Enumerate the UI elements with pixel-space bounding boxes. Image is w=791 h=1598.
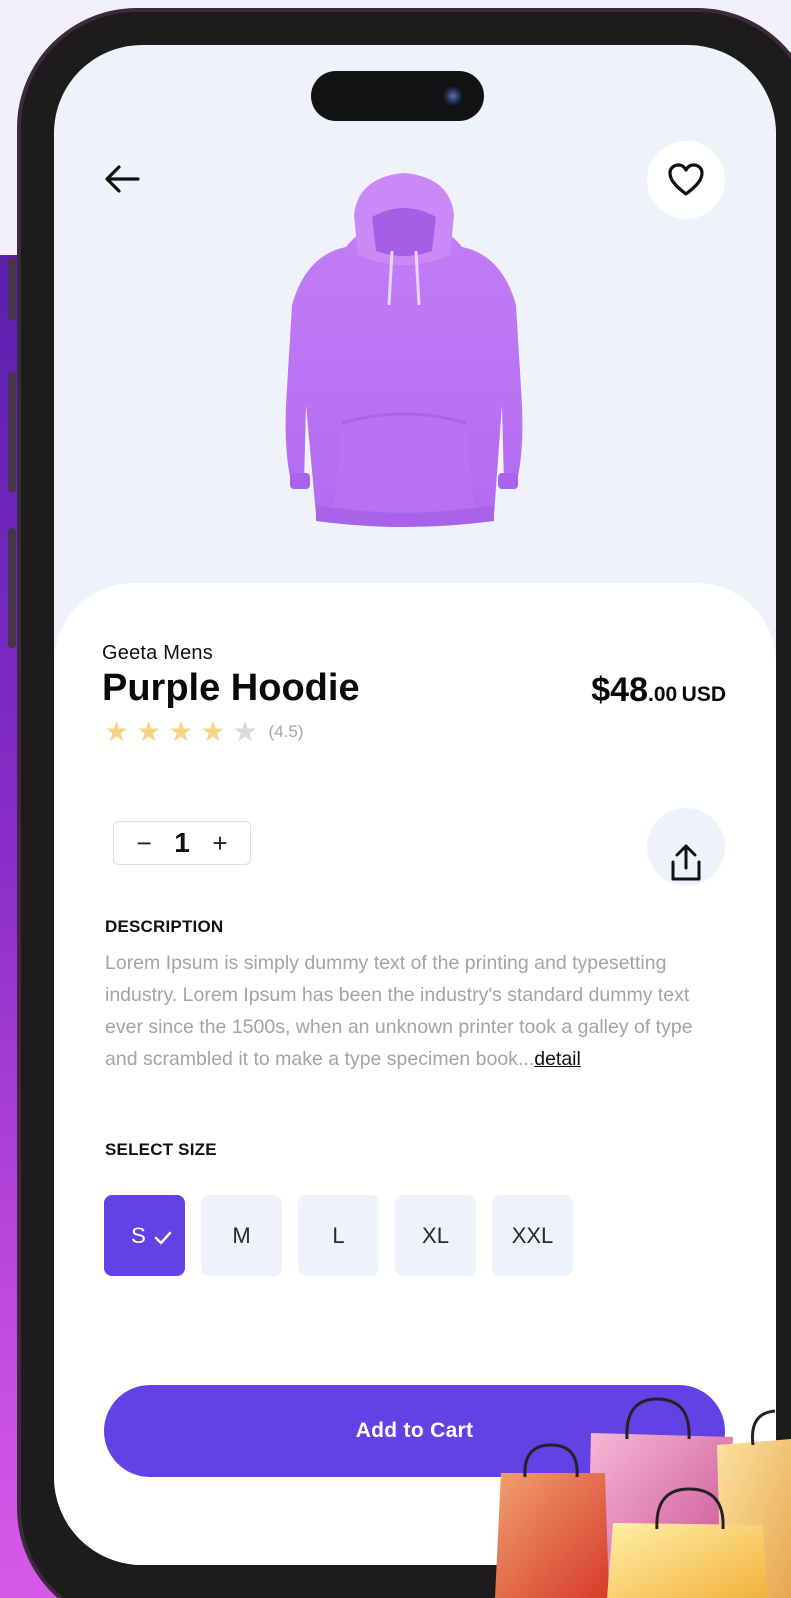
product-image bbox=[254, 155, 554, 555]
size-label: XL bbox=[422, 1222, 449, 1248]
size-option-l[interactable]: L bbox=[298, 1195, 379, 1276]
shopping-bags-illustration bbox=[495, 1395, 791, 1598]
increase-quantity-button[interactable]: + bbox=[206, 829, 234, 857]
decrease-quantity-button[interactable]: − bbox=[130, 829, 158, 857]
price-cents: .00 bbox=[648, 683, 678, 706]
favorite-button[interactable] bbox=[647, 141, 725, 219]
description-body: Lorem Ipsum is simply dummy text of the … bbox=[105, 952, 693, 1070]
phone-bezel: Geeta Mens Purple Hoodie $48.00 USD ★ ★ … bbox=[21, 12, 791, 1598]
size-option-xxl[interactable]: XXL bbox=[492, 1195, 573, 1276]
description-text: Lorem Ipsum is simply dummy text of the … bbox=[105, 947, 705, 1075]
size-label: S bbox=[131, 1222, 146, 1248]
size-options: S M L XL XXL bbox=[104, 1195, 573, 1276]
product-title: Purple Hoodie bbox=[102, 667, 360, 709]
size-label: L bbox=[332, 1222, 345, 1248]
price-currency: USD bbox=[681, 683, 726, 706]
product-brand: Geeta Mens bbox=[102, 642, 213, 664]
detail-link[interactable]: detail bbox=[534, 1048, 581, 1070]
dynamic-island bbox=[311, 71, 484, 121]
phone-side-button bbox=[8, 528, 16, 648]
share-icon bbox=[671, 844, 701, 881]
size-option-s[interactable]: S bbox=[104, 1195, 185, 1276]
quantity-value: 1 bbox=[174, 827, 190, 858]
select-size-heading: SELECT SIZE bbox=[105, 1140, 217, 1159]
camera-icon bbox=[442, 85, 464, 107]
size-label: M bbox=[232, 1222, 251, 1248]
rating-value: (4.5) bbox=[268, 722, 304, 741]
size-label: XXL bbox=[511, 1222, 554, 1248]
size-option-m[interactable]: M bbox=[201, 1195, 282, 1276]
heart-icon bbox=[668, 163, 704, 196]
product-screen: Geeta Mens Purple Hoodie $48.00 USD ★ ★ … bbox=[54, 45, 776, 1565]
star-icon: ★ bbox=[232, 716, 258, 747]
star-icon: ★ bbox=[136, 716, 162, 747]
rating-stars: ★ ★ ★ ★ ★ (4.5) bbox=[104, 718, 304, 746]
phone-side-button bbox=[8, 372, 16, 492]
share-button[interactable] bbox=[647, 808, 725, 886]
description-heading: DESCRIPTION bbox=[105, 917, 224, 936]
arrow-left-icon bbox=[105, 165, 140, 193]
back-button[interactable] bbox=[100, 157, 144, 201]
phone-side-button bbox=[8, 258, 16, 320]
star-icon: ★ bbox=[168, 716, 194, 747]
check-icon bbox=[154, 1231, 172, 1245]
quantity-stepper: − 1 + bbox=[113, 821, 251, 865]
star-icon: ★ bbox=[200, 716, 226, 747]
size-option-xl[interactable]: XL bbox=[395, 1195, 476, 1276]
star-icon: ★ bbox=[104, 716, 130, 747]
product-price: $48.00 USD bbox=[591, 671, 726, 710]
price-main: $48 bbox=[591, 671, 648, 709]
phone-frame: Geeta Mens Purple Hoodie $48.00 USD ★ ★ … bbox=[17, 8, 791, 1598]
